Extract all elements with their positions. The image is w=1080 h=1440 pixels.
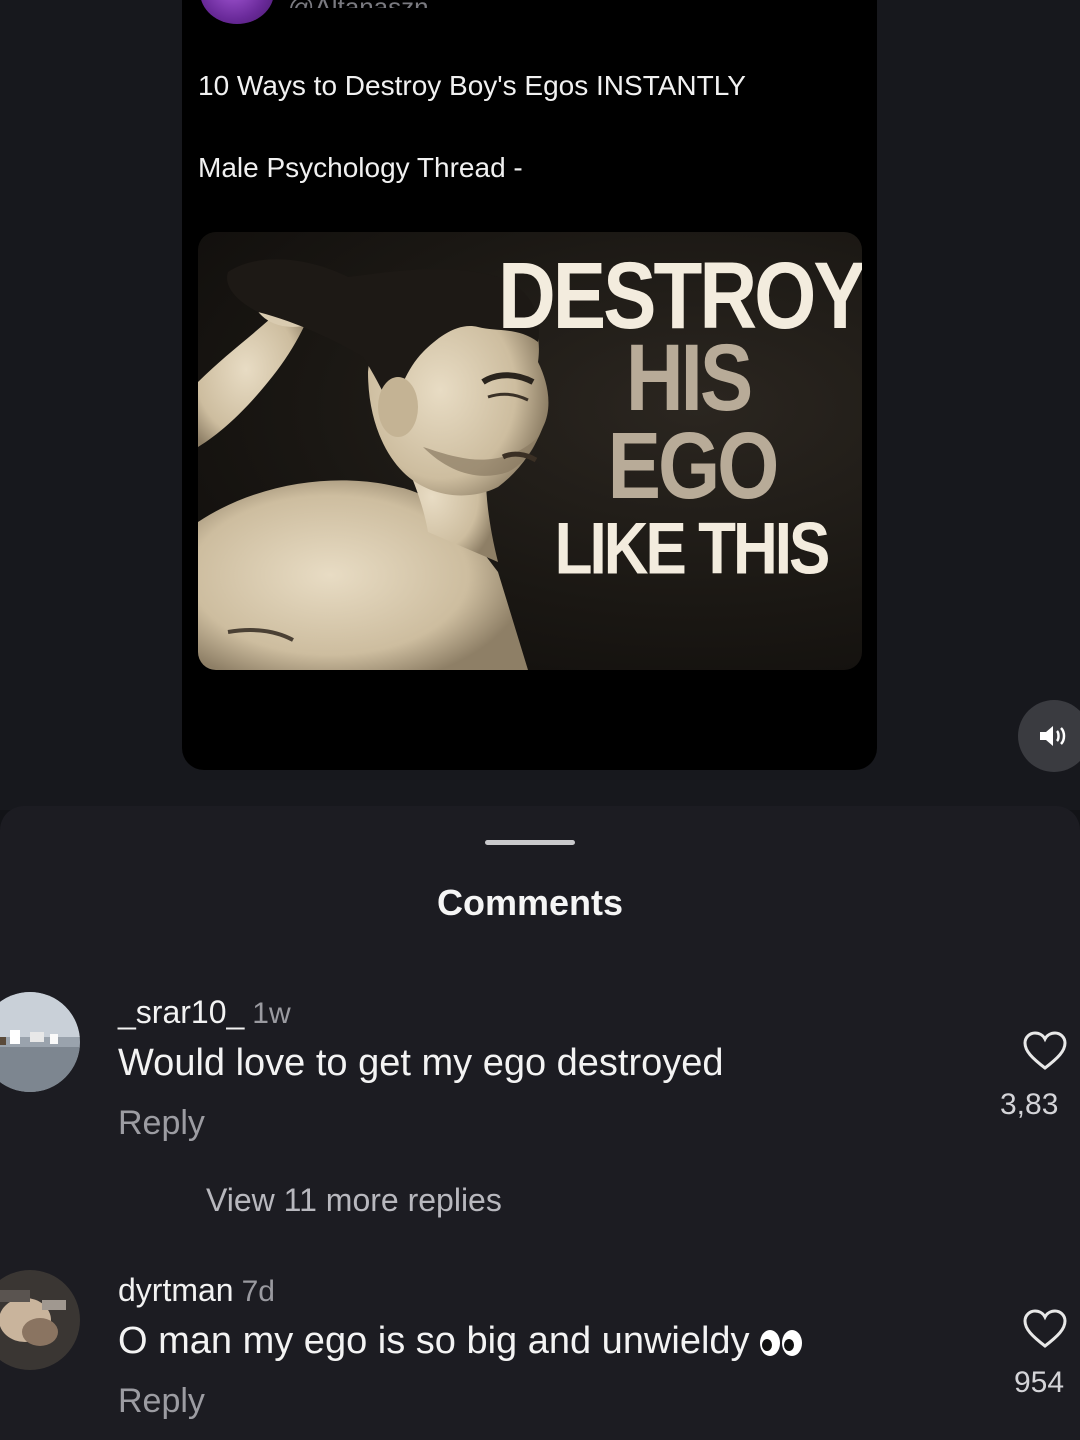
post-card[interactable]: @Altanaszn 10 Ways to Destroy Boy's Egos… bbox=[182, 0, 877, 770]
like-count: 954 bbox=[1014, 1366, 1065, 1399]
eyes-emoji-icon bbox=[759, 1329, 802, 1356]
comments-sheet: Comments _srar10_ 1w Would love to get my… bbox=[0, 806, 1080, 1440]
comment-time: 1w bbox=[252, 997, 291, 1030]
avatar-photo bbox=[0, 992, 80, 1092]
author-handle[interactable]: @Altanaszn bbox=[288, 0, 429, 8]
username-text[interactable]: dyrtman bbox=[118, 1272, 234, 1308]
drag-handle[interactable] bbox=[485, 840, 575, 845]
post-image[interactable]: DESTROY HIS EGO LIKE THIS bbox=[198, 232, 862, 670]
commenter-avatar[interactable] bbox=[0, 992, 80, 1092]
view-more-replies-button[interactable]: View 11 more replies bbox=[206, 1182, 502, 1219]
commenter-avatar[interactable] bbox=[0, 1270, 80, 1370]
sound-toggle-button[interactable] bbox=[1018, 700, 1080, 772]
post-viewer: @Altanaszn 10 Ways to Destroy Boy's Egos… bbox=[0, 0, 1080, 810]
comments-title: Comments bbox=[436, 882, 624, 923]
comment-text: O man my ego is so big and unwieldy bbox=[118, 1320, 804, 1363]
comment-text: Would love to get my ego destroyed bbox=[118, 1042, 724, 1084]
heart-icon[interactable] bbox=[1022, 1030, 1068, 1072]
author-avatar[interactable] bbox=[200, 0, 274, 24]
comment-username[interactable]: _srar10_ 1w bbox=[118, 994, 291, 1031]
username-text[interactable]: _srar10_ bbox=[118, 994, 244, 1030]
reply-button[interactable]: Reply bbox=[118, 1104, 205, 1143]
reply-button[interactable]: Reply bbox=[118, 1382, 205, 1421]
comment-username[interactable]: dyrtman 7d bbox=[118, 1272, 275, 1309]
avatar-photo bbox=[0, 1270, 80, 1370]
heart-icon[interactable] bbox=[1022, 1308, 1068, 1350]
speaker-icon bbox=[1040, 726, 1066, 746]
comment-text-body: O man my ego is so big and unwieldy bbox=[118, 1320, 750, 1362]
comment-time: 7d bbox=[241, 1275, 275, 1308]
headline-line-4: LIKE THIS bbox=[554, 508, 831, 591]
headline-line-3: EGO bbox=[607, 412, 780, 518]
like-count: 3,83 bbox=[1000, 1088, 1059, 1121]
post-subtitle: Male Psychology Thread - bbox=[198, 152, 523, 183]
post-title: 10 Ways to Destroy Boy's Egos INSTANTLY bbox=[198, 70, 746, 101]
